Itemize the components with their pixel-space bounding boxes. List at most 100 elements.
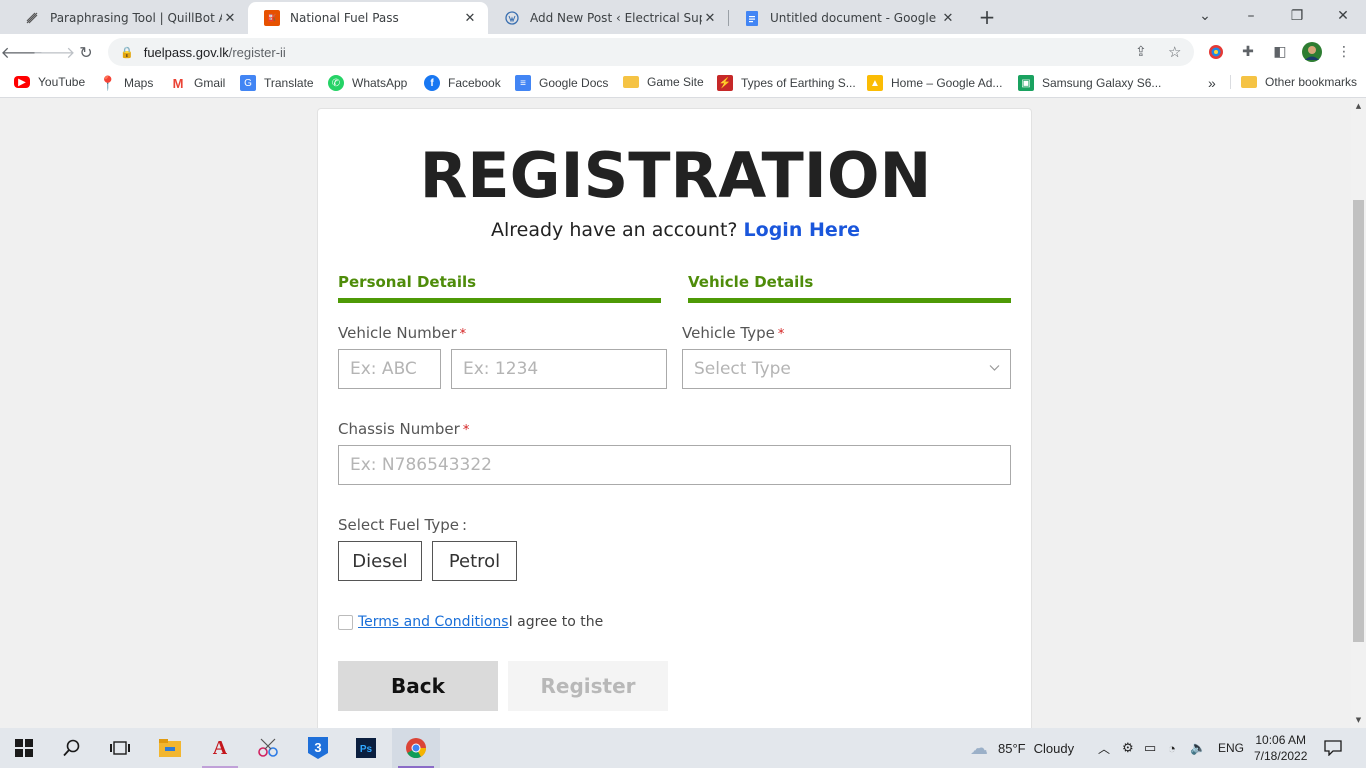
facebook-icon: f [424, 75, 440, 91]
chassis-number-input[interactable]: Ex: N786543322 [338, 445, 1011, 485]
weather-desc: Cloudy [1033, 740, 1075, 756]
close-icon[interactable]: ✕ [940, 11, 956, 26]
tab-title: Paraphrasing Tool | QuillBot AI [50, 11, 222, 25]
fuel-option-diesel[interactable]: Diesel [338, 541, 422, 581]
close-icon[interactable]: ✕ [222, 11, 238, 26]
side-panel-icon[interactable]: ◧ [1270, 42, 1290, 62]
weather-temp: 85°F [998, 740, 1026, 756]
reload-icon[interactable]: ↻ [72, 38, 100, 66]
register-button[interactable]: Register [508, 661, 668, 711]
close-icon[interactable]: ✕ [702, 11, 718, 26]
earthing-icon: ⚡ [717, 75, 733, 91]
tab-add-new-post[interactable]: Add New Post ‹ Electrical Suppor ✕ [488, 2, 728, 34]
other-bookmarks[interactable]: Other bookmarks [1230, 75, 1357, 89]
bookmark-google-ads[interactable]: ▲ Home – Google Ad... [867, 75, 1002, 91]
language-indicator[interactable]: ENG [1218, 728, 1244, 768]
search-icon[interactable] [48, 728, 96, 768]
url-text: fuelpass.gov.lk/register-ii [143, 44, 286, 60]
login-prompt-text: Already have an account? [490, 219, 738, 241]
gmail-icon: M [172, 75, 184, 91]
bookmark-youtube[interactable]: ▶ YouTube [14, 75, 85, 89]
bookmark-label: Home – Google Ad... [891, 76, 1003, 90]
vehicle-number-prefix-input[interactable]: Ex: ABC [338, 349, 441, 389]
wifi-icon[interactable]: ◔ [1168, 728, 1176, 768]
app-3-icon[interactable]: 3 [294, 728, 342, 768]
vehicle-number-digits-input[interactable]: Ex: 1234 [451, 349, 667, 389]
vehicle-number-label: Vehicle Number * [338, 324, 466, 342]
windows-start-icon[interactable] [0, 728, 48, 768]
snipping-tool-icon[interactable] [244, 728, 292, 768]
bookmark-gmail[interactable]: M Gmail [170, 75, 226, 91]
terms-link[interactable]: Terms and Conditions [358, 614, 509, 630]
autocad-icon[interactable]: A [196, 728, 244, 768]
bookmark-maps[interactable]: 📍 Maps [99, 75, 153, 91]
tab-search-icon[interactable]: ⌄ [1182, 0, 1228, 32]
step-label: Personal Details [338, 273, 477, 291]
docs-icon [744, 10, 760, 26]
terms-text: I agree to the [508, 614, 604, 630]
vehicle-type-select[interactable]: Select Type [682, 349, 1011, 389]
tab-google-doc[interactable]: Untitled document - Google Doc ✕ [728, 2, 966, 34]
more-bookmarks-chevron[interactable]: » [1208, 75, 1216, 91]
login-link[interactable]: Login Here [744, 219, 860, 241]
terms-checkbox[interactable] [338, 615, 353, 630]
bookmark-label: Samsung Galaxy S6... [1042, 76, 1162, 90]
whatsapp-icon: ✆ [328, 75, 344, 91]
back-button[interactable]: Back [338, 661, 498, 711]
share-icon[interactable]: ⇪ [1135, 44, 1147, 60]
bookmark-facebook[interactable]: f Facebook [424, 75, 501, 91]
bookmark-types-of-earthing[interactable]: ⚡ Types of Earthing S... [717, 75, 856, 91]
file-explorer-icon[interactable] [146, 728, 194, 768]
bookmark-samsung-galaxy[interactable]: ▣ Samsung Galaxy S6... [1018, 75, 1161, 91]
address-bar[interactable]: 🔒 fuelpass.gov.lk/register-ii [108, 38, 1194, 66]
scroll-down-arrow-icon[interactable]: ▼ [1351, 712, 1366, 727]
notifications-icon[interactable] [1324, 728, 1342, 768]
restore-button[interactable]: ❐ [1274, 0, 1320, 32]
scroll-up-arrow-icon[interactable]: ▲ [1351, 98, 1366, 113]
docs-icon: ≡ [515, 75, 531, 91]
new-tab-button[interactable]: + [973, 4, 1001, 30]
tray-app-icon[interactable]: ⚙ [1122, 728, 1134, 768]
task-view-icon[interactable] [96, 728, 144, 768]
close-window-button[interactable]: ✕ [1320, 0, 1366, 32]
windows-taskbar: A 3 Ps ☁ 85°F Cloudy ︿ ⚙ ▭ ◔ 🔈 ENG 10:06… [0, 728, 1366, 768]
menu-kebab-icon[interactable]: ⋮ [1334, 42, 1354, 62]
bookmark-google-docs[interactable]: ≡ Google Docs [515, 75, 608, 91]
bookmark-label: Gmail [194, 76, 226, 90]
fuel-option-petrol[interactable]: Petrol [432, 541, 517, 581]
tab-title: National Fuel Pass [290, 11, 399, 25]
placeholder: Ex: N786543322 [350, 455, 492, 475]
clock[interactable]: 10:06 AM 7/18/2022 [1254, 728, 1307, 768]
language-text: ENG [1218, 741, 1245, 755]
required-asterisk: * [459, 327, 467, 342]
step-vehicle-details: Vehicle Details [688, 273, 1011, 303]
profile-avatar[interactable] [1302, 42, 1322, 62]
tab-national-fuel-pass[interactable]: ⛽ National Fuel Pass ✕ [248, 2, 488, 34]
volume-icon[interactable]: 🔈 [1190, 728, 1206, 768]
placeholder: Ex: 1234 [463, 359, 539, 379]
close-icon[interactable]: ✕ [462, 11, 478, 26]
label-colon: : [461, 516, 468, 534]
extensions-puzzle-icon[interactable]: ✚ [1238, 42, 1258, 62]
weather-widget[interactable]: ☁ 85°F Cloudy [970, 728, 1074, 768]
tab-quillbot[interactable]: Paraphrasing Tool | QuillBot AI ✕ [8, 2, 248, 34]
chrome-icon[interactable] [392, 728, 440, 768]
chevron-up-icon[interactable]: ︿ [1098, 728, 1110, 768]
extension-colorful-icon[interactable] [1206, 42, 1226, 62]
bookmark-star-icon[interactable]: ☆ [1168, 43, 1181, 61]
browser-toolbar: 🡐 🡒 ↻ 🔒 fuelpass.gov.lk/register-ii ⇪ ☆ … [0, 34, 1366, 70]
bookmark-whatsapp[interactable]: ✆ WhatsApp [328, 75, 407, 91]
scrollbar-thumb[interactable] [1353, 200, 1364, 642]
bookmark-translate[interactable]: G Translate [240, 75, 314, 91]
bookmark-label: YouTube [38, 75, 86, 89]
forward-arrow-icon[interactable]: 🡒 [33, 38, 76, 66]
label-text: Vehicle Type [682, 324, 775, 342]
vehicle-type-label: Vehicle Type * [682, 324, 784, 342]
svg-text:3: 3 [314, 740, 321, 755]
minimize-button[interactable]: – [1228, 0, 1274, 32]
button-label: Register [540, 674, 636, 698]
battery-icon[interactable]: ▭ [1144, 728, 1156, 768]
bookmark-game-site[interactable]: Game Site [623, 75, 704, 89]
bookmark-label: Translate [264, 76, 314, 90]
photoshop-icon[interactable]: Ps [342, 728, 390, 768]
